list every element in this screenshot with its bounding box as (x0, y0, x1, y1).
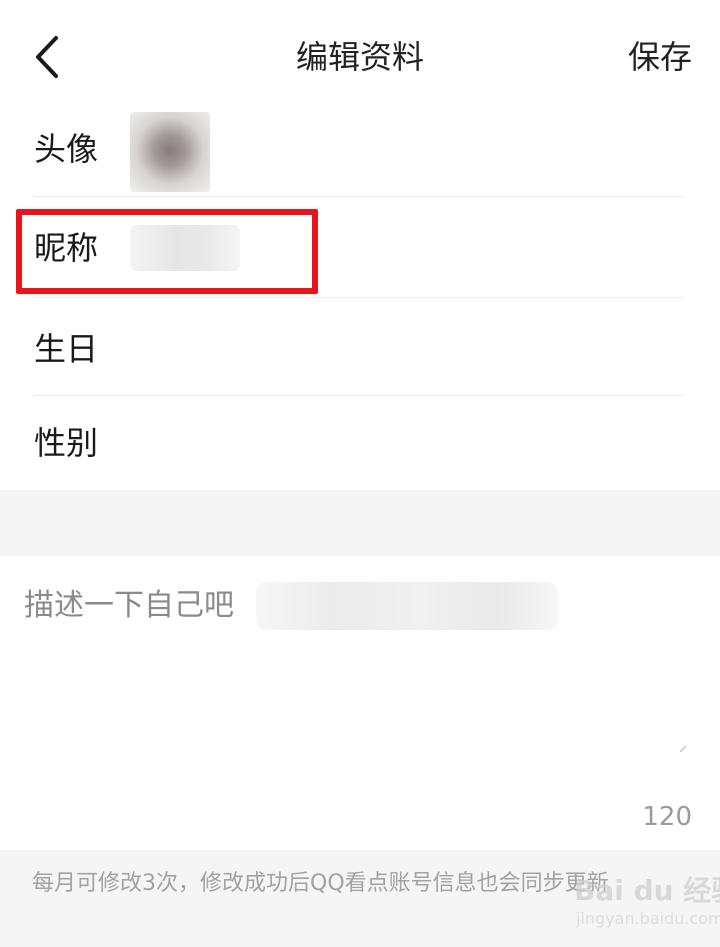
avatar-row[interactable]: 头像 (34, 104, 684, 197)
birthday-label: 生日 (34, 330, 99, 368)
page-title: 编辑资料 (295, 38, 424, 76)
description-placeholder: 描述一下自己吧 (24, 588, 234, 623)
birthday-row[interactable]: 生日 (34, 298, 684, 396)
watermark-url: jingyan.baidu.com (576, 909, 720, 928)
resize-handle-icon[interactable] (680, 746, 686, 752)
description-value (256, 582, 558, 630)
nickname-row[interactable]: 昵称 (34, 197, 684, 298)
section-divider (0, 490, 720, 556)
char-count: 120 (642, 802, 692, 832)
footer-note: 每月可修改3次，修改成功后QQ看点账号信息也会同步更新 (32, 871, 609, 896)
nickname-label: 昵称 (34, 229, 99, 267)
watermark-brand: Bai du 经验 (574, 874, 720, 907)
nickname-value (130, 225, 240, 271)
gender-row[interactable]: 性别 (34, 396, 684, 490)
gender-label: 性别 (34, 424, 99, 462)
save-button[interactable]: 保存 (628, 30, 692, 84)
avatar[interactable] (130, 112, 210, 192)
header: 编辑资料 保存 (0, 0, 720, 112)
footer: 每月可修改3次，修改成功后QQ看点账号信息也会同步更新 Bai du 经验 ji… (0, 850, 720, 947)
avatar-label: 头像 (34, 130, 99, 168)
description-textarea[interactable]: 描述一下自己吧 120 (0, 556, 720, 850)
watermark-logo: Bai du 经验 jingyan.baidu.com (574, 876, 720, 940)
